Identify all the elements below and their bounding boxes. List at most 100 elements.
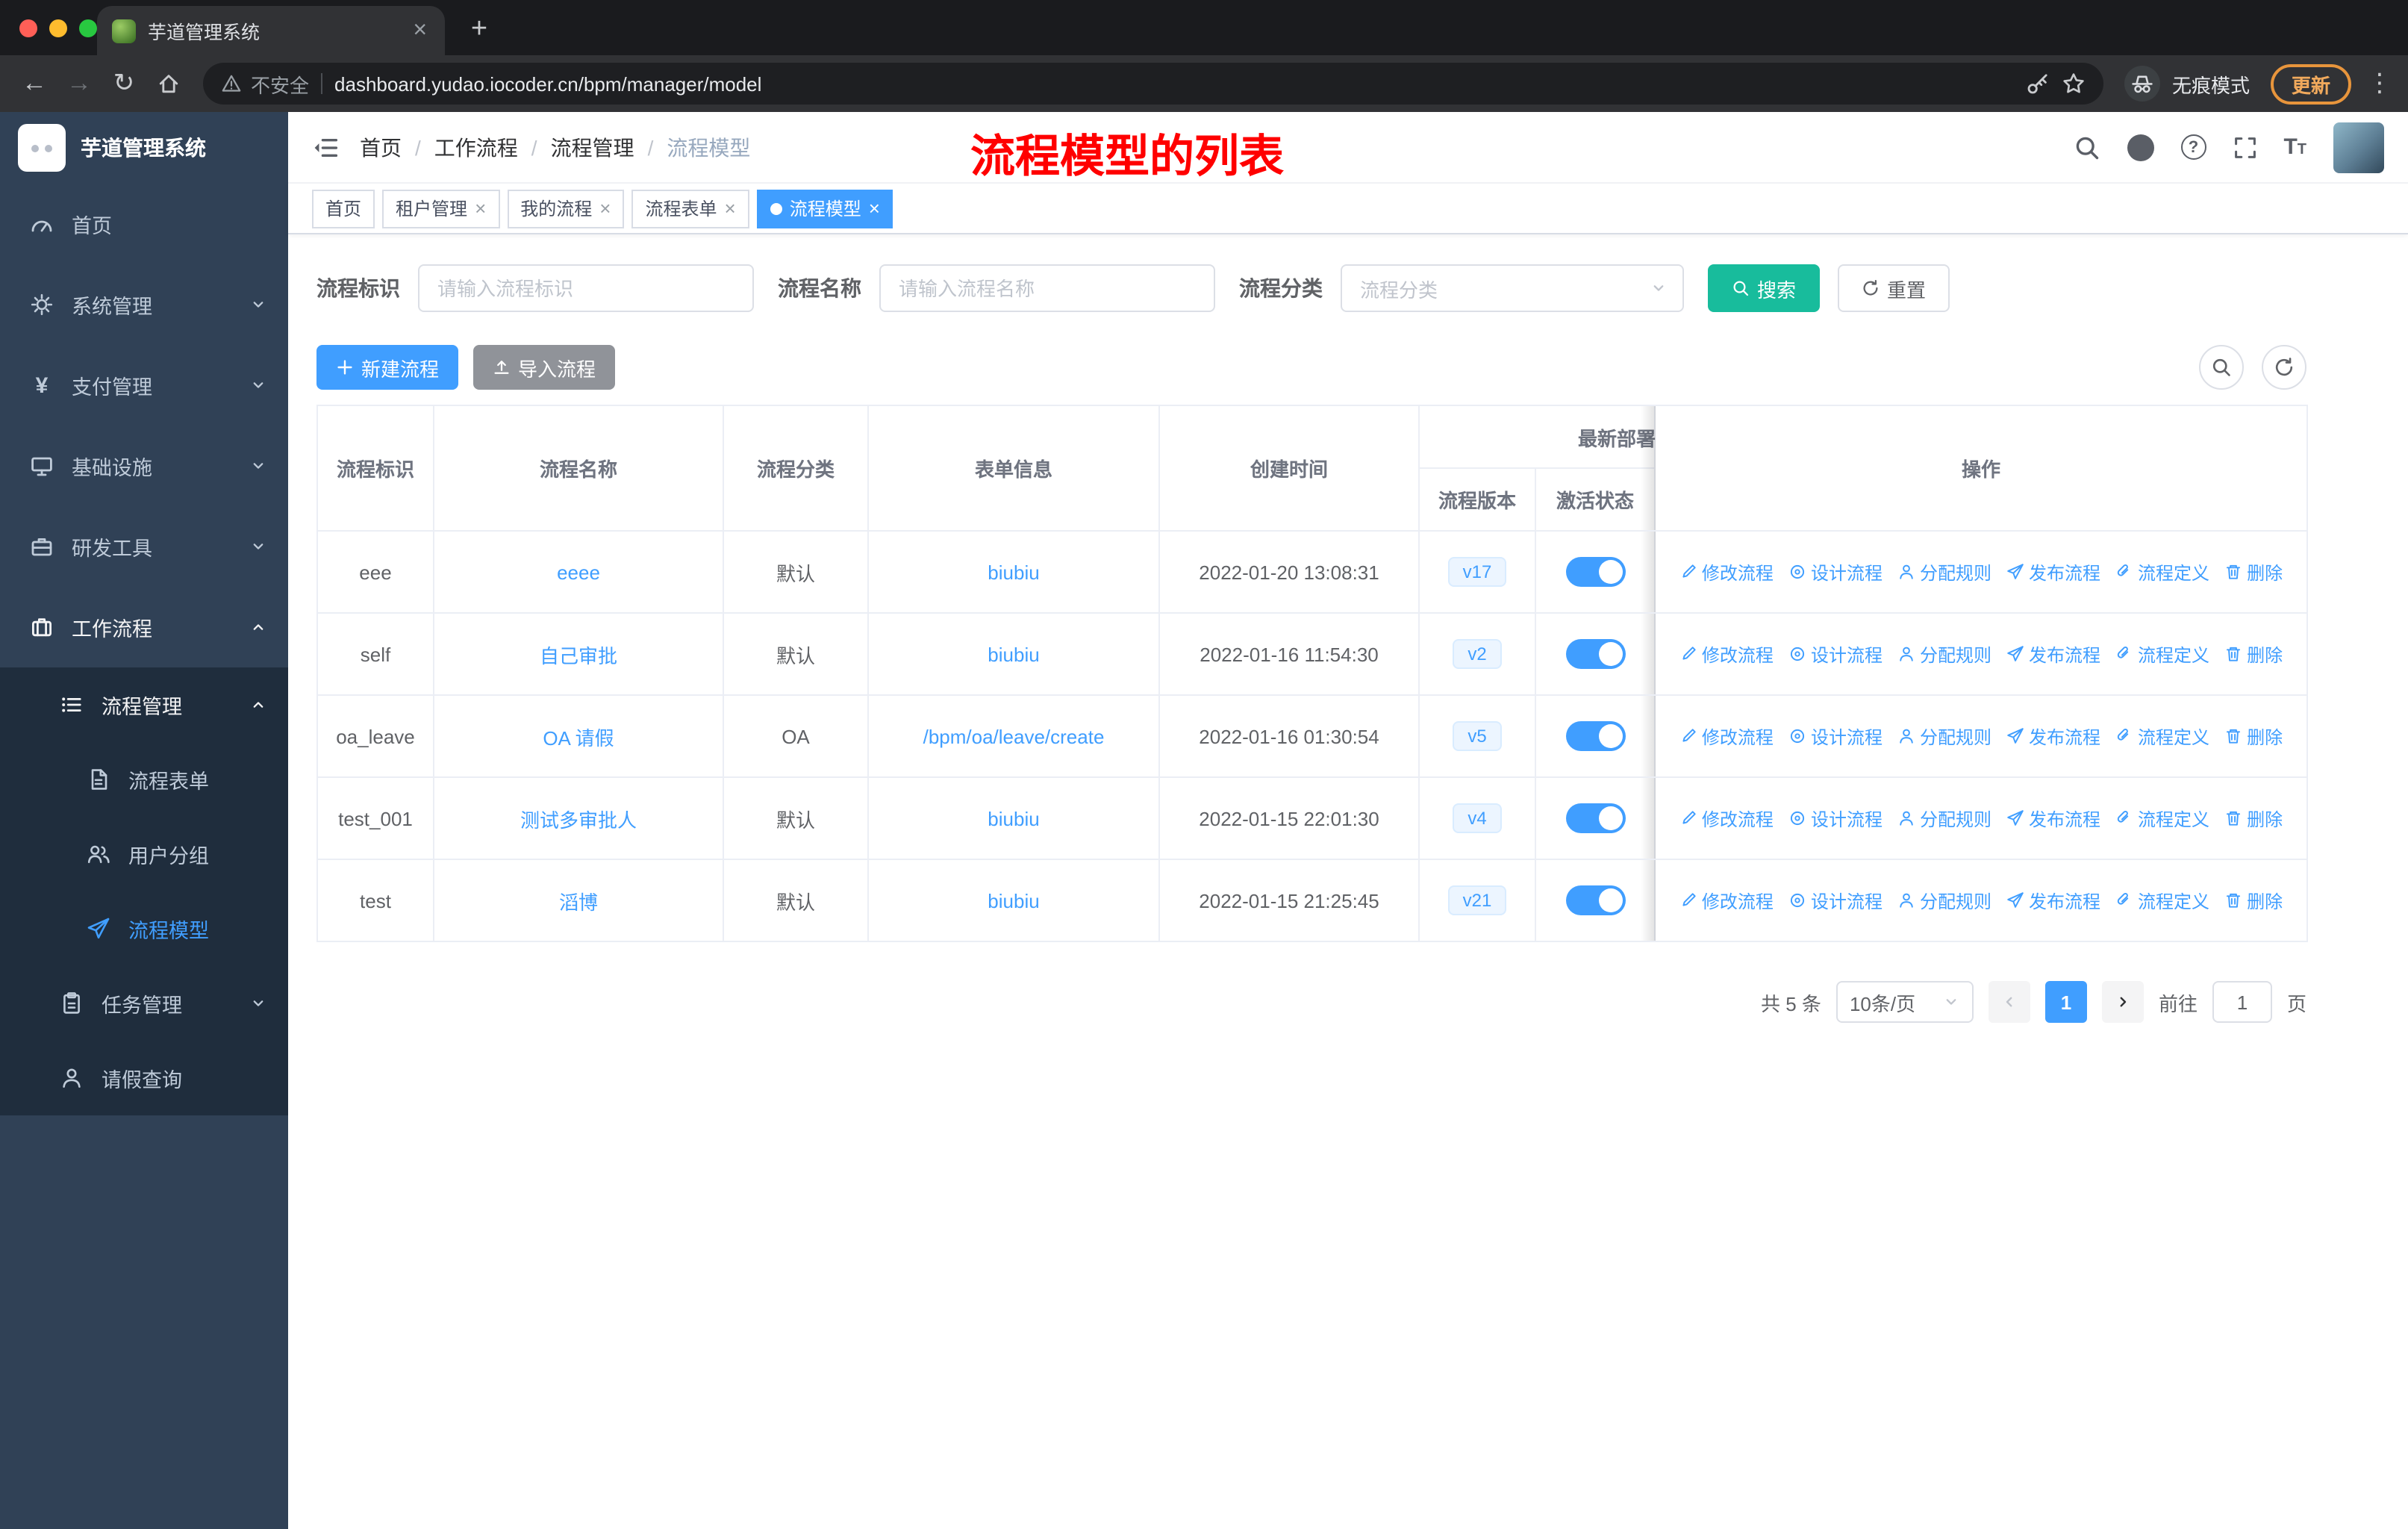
model-name-link[interactable]: 自己审批	[540, 644, 617, 667]
action-assign-rule[interactable]: 分配规则	[1897, 641, 1991, 667]
model-name-link[interactable]: 测试多审批人	[520, 809, 637, 831]
action-assign-rule[interactable]: 分配规则	[1897, 723, 1991, 749]
action-process-definition[interactable]: 流程定义	[2115, 559, 2209, 585]
page-number-1[interactable]: 1	[2044, 981, 2087, 1023]
close-icon[interactable]: ×	[475, 199, 486, 218]
password-key-button[interactable]	[2026, 72, 2050, 96]
tag-process-form[interactable]: 流程表单 ×	[631, 189, 749, 228]
search-icon[interactable]	[2073, 134, 2100, 161]
github-icon[interactable]	[2127, 134, 2154, 161]
show-search-button[interactable]	[2199, 345, 2244, 390]
action-publish-process[interactable]: 发布流程	[2006, 723, 2100, 749]
close-icon[interactable]: ×	[869, 199, 880, 218]
create-process-button[interactable]: 新建流程	[316, 345, 459, 390]
user-avatar[interactable]	[2333, 122, 2384, 172]
action-delete[interactable]: 删除	[2224, 888, 2283, 913]
browser-menu-button[interactable]: ⋮	[2363, 69, 2396, 99]
process-name-input[interactable]	[879, 264, 1215, 312]
action-process-definition[interactable]: 流程定义	[2115, 888, 2209, 913]
form-link[interactable]: biubiu	[988, 643, 1039, 665]
minimize-window-button[interactable]	[49, 19, 67, 37]
action-publish-process[interactable]: 发布流程	[2006, 806, 2100, 831]
sidebar-collapse-button[interactable]	[312, 134, 339, 161]
form-link[interactable]: biubiu	[988, 807, 1039, 829]
new-tab-button[interactable]: +	[460, 10, 499, 49]
breadcrumb-workflow[interactable]: 工作流程	[434, 132, 518, 162]
sidebar-item-workflow[interactable]: 工作流程	[0, 587, 288, 667]
font-size-icon[interactable]: TT	[2283, 134, 2306, 160]
sidebar-item-process-form[interactable]: 流程表单	[0, 742, 288, 817]
action-modify-process[interactable]: 修改流程	[1679, 806, 1774, 831]
reload-button[interactable]: ↻	[102, 61, 146, 106]
breadcrumb-process-management[interactable]: 流程管理	[551, 132, 634, 162]
sidebar-item-leave-query[interactable]: 请假查询	[0, 1041, 288, 1115]
active-toggle[interactable]	[1565, 557, 1625, 587]
chrome-update-button[interactable]: 更新	[2270, 63, 2351, 104]
back-button[interactable]: ←	[12, 61, 57, 106]
security-chip[interactable]: 不安全	[221, 69, 309, 98]
model-name-link[interactable]: 滔博	[559, 891, 598, 913]
action-delete[interactable]: 删除	[2224, 723, 2283, 749]
tab-close-icon[interactable]: ×	[410, 18, 430, 43]
action-assign-rule[interactable]: 分配规则	[1897, 888, 1991, 913]
form-link[interactable]: biubiu	[988, 889, 1039, 912]
sidebar-item-process-management[interactable]: 流程管理	[0, 667, 288, 742]
action-modify-process[interactable]: 修改流程	[1679, 723, 1774, 749]
action-delete[interactable]: 删除	[2224, 559, 2283, 585]
action-design-process[interactable]: 设计流程	[1788, 723, 1883, 749]
active-toggle[interactable]	[1565, 721, 1625, 751]
sidebar-item-user-group[interactable]: 用户分组	[0, 817, 288, 891]
form-link[interactable]: /bpm/oa/leave/create	[923, 725, 1105, 747]
action-assign-rule[interactable]: 分配规则	[1897, 559, 1991, 585]
action-process-definition[interactable]: 流程定义	[2115, 806, 2209, 831]
action-delete[interactable]: 删除	[2224, 641, 2283, 667]
action-publish-process[interactable]: 发布流程	[2006, 641, 2100, 667]
goto-page-input[interactable]	[2212, 981, 2272, 1023]
form-link[interactable]: biubiu	[988, 561, 1039, 583]
action-process-definition[interactable]: 流程定义	[2115, 723, 2209, 749]
close-window-button[interactable]	[19, 19, 37, 37]
active-toggle[interactable]	[1565, 803, 1625, 833]
fullscreen-icon[interactable]	[2233, 135, 2256, 159]
action-design-process[interactable]: 设计流程	[1788, 806, 1883, 831]
active-toggle[interactable]	[1565, 885, 1625, 915]
help-icon[interactable]: ?	[2180, 134, 2206, 160]
sidebar-item-home[interactable]: 首页	[0, 184, 288, 264]
action-publish-process[interactable]: 发布流程	[2006, 559, 2100, 585]
tag-my-process[interactable]: 我的流程 ×	[507, 189, 625, 228]
category-select[interactable]: 流程分类	[1341, 264, 1684, 312]
sidebar-item-payment[interactable]: ¥ 支付管理	[0, 345, 288, 426]
close-icon[interactable]: ×	[725, 199, 736, 218]
action-publish-process[interactable]: 发布流程	[2006, 888, 2100, 913]
sidebar-item-process-model[interactable]: 流程模型	[0, 891, 288, 966]
action-design-process[interactable]: 设计流程	[1788, 888, 1883, 913]
tag-process-model[interactable]: 流程模型 ×	[756, 189, 893, 228]
action-assign-rule[interactable]: 分配规则	[1897, 806, 1991, 831]
action-modify-process[interactable]: 修改流程	[1679, 888, 1774, 913]
model-name-link[interactable]: OA 请假	[543, 726, 614, 749]
bookmark-star-button[interactable]	[2062, 72, 2086, 96]
next-page-button[interactable]	[2101, 981, 2144, 1023]
tag-home[interactable]: 首页	[312, 189, 375, 228]
process-id-input[interactable]	[418, 264, 754, 312]
action-modify-process[interactable]: 修改流程	[1679, 641, 1774, 667]
sidebar-item-devtools[interactable]: 研发工具	[0, 506, 288, 587]
app-logo[interactable]: 芋道管理系统	[0, 112, 288, 184]
active-toggle[interactable]	[1565, 639, 1625, 669]
home-button[interactable]	[146, 61, 191, 106]
address-bar[interactable]: 不安全 dashboard.yudao.iocoder.cn/bpm/manag…	[203, 63, 2103, 105]
action-design-process[interactable]: 设计流程	[1788, 641, 1883, 667]
zoom-window-button[interactable]	[79, 19, 97, 37]
reset-button[interactable]: 重置	[1838, 264, 1950, 312]
action-modify-process[interactable]: 修改流程	[1679, 559, 1774, 585]
model-name-link[interactable]: eeee	[557, 561, 600, 583]
tag-tenant[interactable]: 租户管理 ×	[382, 189, 500, 228]
forward-button[interactable]: →	[57, 61, 102, 106]
prev-page-button[interactable]	[1988, 981, 2030, 1023]
close-icon[interactable]: ×	[599, 199, 611, 218]
action-delete[interactable]: 删除	[2224, 806, 2283, 831]
search-button[interactable]: 搜索	[1708, 264, 1821, 312]
page-size-select[interactable]: 10条/页	[1835, 981, 1974, 1023]
sidebar-item-system[interactable]: 系统管理	[0, 264, 288, 345]
refresh-table-button[interactable]	[2262, 345, 2306, 390]
